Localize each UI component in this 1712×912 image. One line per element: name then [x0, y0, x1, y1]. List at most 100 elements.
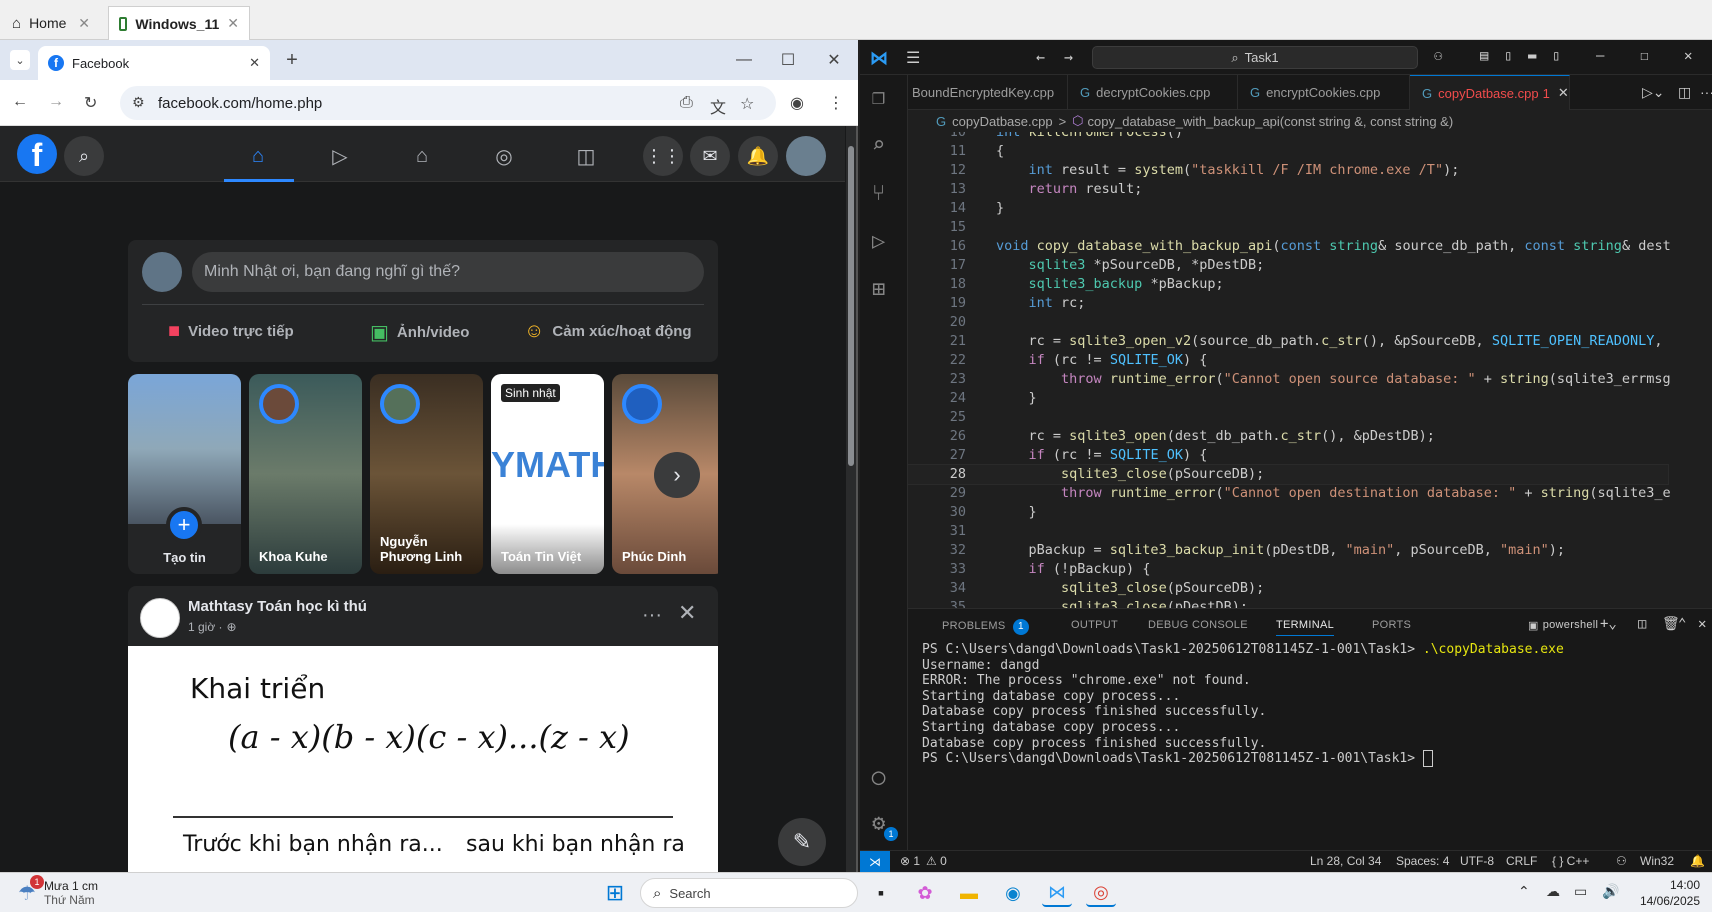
more-actions-icon[interactable]: ··· [1700, 84, 1712, 100]
forward-icon[interactable]: → [1064, 48, 1073, 66]
volume-icon[interactable]: 🔊 [1602, 883, 1619, 900]
status-eol[interactable]: CRLF [1506, 854, 1537, 868]
new-message-icon[interactable]: ✎ [778, 818, 826, 866]
terminal-shell-selector[interactable]: ▣ powershell [1528, 619, 1598, 632]
tab-encryptcookies[interactable]: G encryptCookies.cpp [1238, 75, 1410, 110]
live-video-button[interactable]: ■ Video trực tiếp [168, 320, 294, 343]
profile-icon[interactable]: ◉ [790, 93, 804, 113]
toggle-secondary-sidebar-icon[interactable]: ▯ [1552, 48, 1560, 64]
weather-widget[interactable]: ☂ 1 Mưa 1 cm Thứ Năm [18, 875, 98, 907]
vm-tab-windows11[interactable]: Windows_11 ✕ [108, 6, 250, 40]
close-panel-icon[interactable]: ✕ [1698, 616, 1706, 632]
avatar[interactable] [142, 252, 182, 292]
messenger-icon[interactable]: ✉ [690, 136, 730, 176]
facebook-logo[interactable]: f [17, 134, 57, 174]
status-indentation[interactable]: Spaces: 4 [1396, 854, 1449, 868]
copilot-icon[interactable]: ⚇ [1434, 48, 1442, 64]
new-tab-icon[interactable]: + [282, 49, 302, 71]
tab-copydatbase[interactable]: G copyDatbase.cpp 1 ✕ [1410, 75, 1570, 110]
minimize-icon[interactable]: — [1596, 48, 1604, 64]
video-nav-icon[interactable]: ▷ [322, 138, 358, 174]
back-icon[interactable]: ← [1036, 48, 1045, 66]
split-editor-icon[interactable]: ◫ [1678, 84, 1691, 101]
chrome-app-icon[interactable]: ◎ [1086, 879, 1116, 907]
split-terminal-icon[interactable]: ◫ [1638, 616, 1646, 632]
task-view-icon[interactable]: ▪ [866, 879, 896, 907]
status-language[interactable]: { } C++ [1552, 854, 1589, 868]
close-icon[interactable]: ✕ [249, 55, 260, 71]
breadcrumb-symbol[interactable]: copy_database_with_backup_api(const stri… [1088, 114, 1454, 129]
story-item[interactable]: Nguyễn Phương Linh [370, 374, 483, 574]
run-debug-icon[interactable]: ▷ [872, 229, 885, 254]
close-window-icon[interactable]: ✕ [1684, 48, 1692, 64]
run-file-icon[interactable]: ▷⌄ [1642, 84, 1665, 101]
close-icon[interactable]: ✕ [1558, 85, 1569, 101]
notifications-bell-icon[interactable]: 🔔 [1690, 854, 1705, 868]
search-icon[interactable]: ⌕ [872, 133, 885, 158]
menu-dots-icon[interactable]: ⋮ [828, 93, 844, 113]
status-warnings[interactable]: ⚠ 0 [926, 854, 947, 868]
start-windows-icon[interactable]: ⊞ [600, 879, 630, 907]
source-control-icon[interactable]: ⑂ [872, 181, 885, 206]
extensions-icon[interactable]: ⊞ [872, 277, 885, 302]
layout-icon[interactable]: ▤ [1480, 48, 1488, 64]
show-hidden-icons-icon[interactable]: ⌃ [1518, 883, 1530, 900]
panel-tab-debug-console[interactable]: DEBUG CONSOLE [1148, 619, 1248, 631]
close-icon[interactable]: ✕ [78, 15, 90, 32]
bookmark-star-icon[interactable]: ☆ [740, 94, 754, 114]
menu-hamburger-icon[interactable]: ☰ [906, 48, 920, 67]
marketplace-nav-icon[interactable]: ⌂ [404, 138, 440, 174]
breadcrumb-file[interactable]: copyDatbase.cpp [952, 114, 1052, 129]
avatar[interactable] [140, 598, 180, 638]
address-bar[interactable]: ⚙ facebook.com/home.php ⎙ 文 ☆ [120, 86, 776, 120]
maximize-icon[interactable]: ☐ [778, 50, 798, 70]
photo-video-button[interactable]: ▣ Ảnh/video [370, 320, 469, 345]
system-clock[interactable]: 14:00 14/06/2025 [1636, 877, 1700, 909]
groups-nav-icon[interactable]: ◎ [486, 138, 522, 174]
status-platform[interactable]: Win32 [1640, 854, 1674, 868]
status-encoding[interactable]: UTF-8 [1460, 854, 1494, 868]
maximize-icon[interactable]: ☐ [1640, 48, 1648, 64]
story-item[interactable]: Sinh nhật YMATH Toán Tin Việt [491, 374, 604, 574]
story-item[interactable]: Khoa Kuhe [249, 374, 362, 574]
copilot-app-icon[interactable]: ✿ [910, 879, 940, 907]
translate-icon[interactable]: 文 [710, 94, 726, 118]
more-options-icon[interactable]: ··· [642, 604, 662, 627]
close-icon[interactable]: ✕ [227, 15, 239, 32]
add-story-icon[interactable]: + [166, 507, 202, 543]
panel-tab-terminal[interactable]: TERMINAL [1276, 619, 1335, 636]
panel-tab-problems[interactable]: PROBLEMS 1 [942, 619, 1029, 635]
post-author[interactable]: Mathtasy Toán học kì thú [188, 598, 367, 615]
post-time[interactable]: 1 giờ · [188, 620, 223, 634]
file-explorer-icon[interactable]: ▬ [954, 879, 984, 907]
vm-tab-home[interactable]: ⌂ Home ✕ [2, 6, 100, 40]
back-icon[interactable]: ← [12, 93, 28, 111]
accounts-icon[interactable]: ◯ [872, 765, 885, 790]
new-terminal-icon[interactable]: +⌄ [1600, 616, 1617, 632]
composer-input[interactable]: Minh Nhật ơi, bạn đang nghĩ gì thế? [192, 252, 704, 292]
taskbar-search[interactable]: ⌕ Search [640, 878, 858, 908]
maximize-panel-icon[interactable]: ⌃ [1678, 616, 1686, 632]
home-nav-icon[interactable]: ⌂ [240, 138, 276, 174]
toggle-sidebar-icon[interactable]: ▯ [1504, 48, 1512, 64]
minimize-icon[interactable]: — [734, 50, 754, 70]
display-icon[interactable]: ▭ [1574, 883, 1587, 900]
close-window-icon[interactable]: ✕ [824, 50, 844, 70]
account-avatar[interactable] [786, 136, 826, 176]
status-cursor-position[interactable]: Ln 28, Col 34 [1310, 854, 1381, 868]
vscode-app-icon[interactable]: ⋈ [1042, 879, 1072, 907]
chrome-tab-facebook[interactable]: f Facebook ✕ [38, 46, 270, 80]
close-icon[interactable]: ✕ [678, 600, 696, 626]
menu-grid-icon[interactable]: ⋮⋮ [643, 136, 683, 176]
reload-icon[interactable]: ↻ [84, 93, 97, 113]
status-errors[interactable]: ⊗ 1 [900, 854, 920, 868]
forward-icon[interactable]: → [48, 93, 64, 111]
minimap[interactable] [1666, 132, 1712, 608]
chevron-right-icon[interactable]: › [654, 452, 700, 498]
toggle-panel-icon[interactable]: ▬ [1528, 48, 1536, 64]
code-editor[interactable]: 10 int killChromeProcess() 11 {12 int resul… [908, 132, 1712, 608]
post-image[interactable]: Khai triển (a - x)(b - x)(c - x)...(z - … [128, 646, 718, 872]
explorer-icon[interactable]: ❐ [872, 85, 885, 110]
notifications-bell-icon[interactable]: 🔔 [738, 136, 778, 176]
panel-tab-ports[interactable]: PORTS [1372, 619, 1411, 631]
